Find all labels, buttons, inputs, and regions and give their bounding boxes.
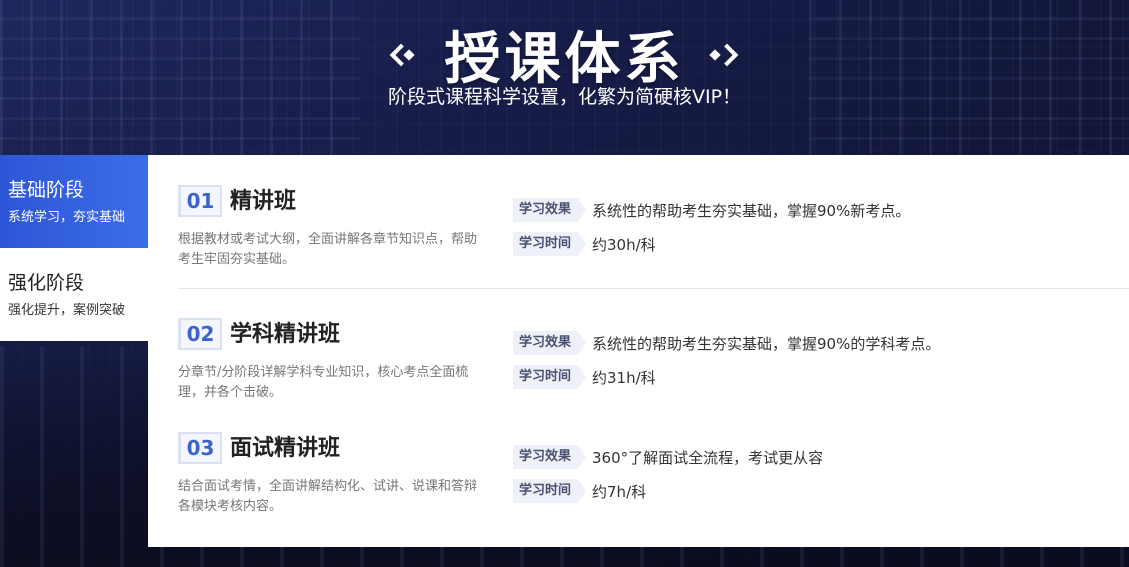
course-name: 面试精讲班 xyxy=(230,436,341,461)
time-text: 约30h/科 xyxy=(592,235,656,254)
section-subtitle: 阶段式课程科学设置，化繁为简硬核VIP！ xyxy=(387,86,742,108)
course-description: 结合面试考情，全面讲解结构化、试讲、说课和答辩各模块考核内容。 xyxy=(178,479,478,514)
effect-text: 系统性的帮助考生夯实基础，掌握90%新考点。 xyxy=(592,201,911,220)
time-tag: 学习时间 xyxy=(513,479,587,503)
course-number: 03 xyxy=(178,432,222,464)
effect-tag: 学习效果 xyxy=(513,198,587,222)
sidebar-item-title: 基础阶段 xyxy=(8,179,85,201)
course-panel: 01 精讲班 根据教材或考试大纲，全面讲解各章节知识点，帮助考生牢固夯实基础。 … xyxy=(148,155,1129,547)
left-diamond-icon xyxy=(393,45,421,65)
sidebar-item-subtitle: 系统学习，夯实基础 xyxy=(8,210,126,225)
course-description: 分章节/分阶段详解学科专业知识，核心考点全面梳理，并各个击破。 xyxy=(178,365,469,400)
sidebar-item-title: 强化阶段 xyxy=(8,272,85,294)
course-time-row: 学习时间 约31h/科 xyxy=(513,365,656,389)
time-tag: 学习时间 xyxy=(513,365,587,389)
stage-sidebar: 基础阶段 系统学习，夯实基础 强化阶段 强化提升，案例突破 xyxy=(0,155,148,341)
course-time-row: 学习时间 约7h/科 xyxy=(513,479,646,503)
effect-text: 360°了解面试全流程，考试更从容 xyxy=(592,448,824,467)
effect-tag: 学习效果 xyxy=(513,331,587,355)
course-effect-row: 学习效果 360°了解面试全流程，考试更从容 xyxy=(513,445,823,469)
course-effect-row: 学习效果 系统性的帮助考生夯实基础，掌握90%的学科考点。 xyxy=(513,331,940,355)
time-text: 约7h/科 xyxy=(592,482,647,501)
effect-text: 系统性的帮助考生夯实基础，掌握90%的学科考点。 xyxy=(592,334,941,353)
course-name: 学科精讲班 xyxy=(230,322,341,347)
effect-tag: 学习效果 xyxy=(513,445,587,469)
section-header: 授课体系 阶段式课程科学设置，化繁为简硬核VIP！ xyxy=(0,0,1129,155)
time-text: 约31h/科 xyxy=(592,368,656,387)
sidebar-item-intensive-stage[interactable]: 强化阶段 强化提升，案例突破 xyxy=(0,248,148,341)
right-diamond-icon xyxy=(709,45,737,65)
course-effect-row: 学习效果 系统性的帮助考生夯实基础，掌握90%新考点。 xyxy=(513,198,910,222)
course-name: 精讲班 xyxy=(230,189,297,214)
sidebar-item-subtitle: 强化提升，案例突破 xyxy=(8,303,126,318)
course-time-row: 学习时间 约30h/科 xyxy=(513,232,656,256)
course-number: 01 xyxy=(178,185,222,217)
sidebar-item-basic-stage[interactable]: 基础阶段 系统学习，夯实基础 xyxy=(0,155,148,248)
course-divider xyxy=(178,288,1129,289)
time-tag: 学习时间 xyxy=(513,232,587,256)
course-number: 02 xyxy=(178,318,222,350)
course-description: 根据教材或考试大纲，全面讲解各章节知识点，帮助考生牢固夯实基础。 xyxy=(178,232,478,267)
